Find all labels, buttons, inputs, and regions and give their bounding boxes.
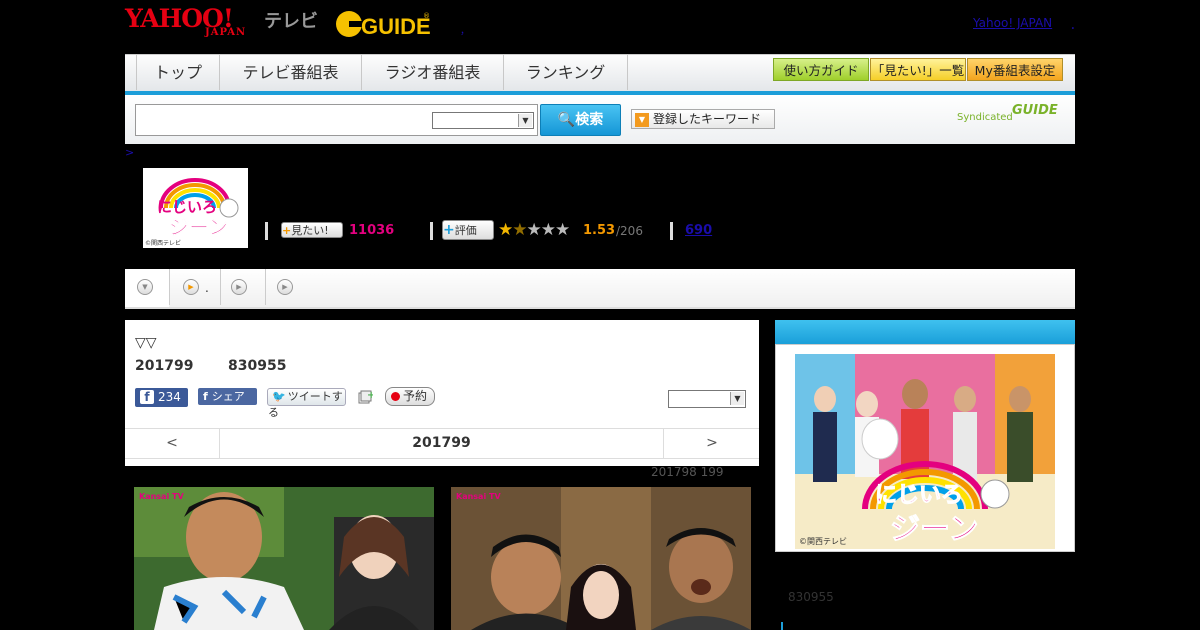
plus-icon: + — [443, 222, 455, 238]
program-tabbar: ▼ ▶ . ▶ ▶ — [125, 269, 1075, 309]
registered-keyword-label: 登録したキーワード — [653, 112, 762, 126]
program-logo-credit: ©関西テレビ — [145, 239, 181, 247]
chevron-down-icon: ▼ — [730, 392, 744, 405]
episode-select[interactable]: ▼ — [668, 390, 746, 408]
star-empty-icon: ★ — [540, 220, 556, 240]
chevron-down-icon: ▼ — [518, 114, 532, 127]
share-label: シェア — [211, 390, 245, 403]
twitter-bird-icon: 🐦 — [272, 390, 286, 403]
nav-tab-ranking[interactable]: ランキング — [504, 55, 628, 90]
search-button-label: 検索 — [575, 112, 604, 128]
mitai-count: 11036 — [349, 223, 395, 238]
meta-divider — [670, 222, 673, 240]
registered-keyword-button[interactable]: ▼ 登録したキーワード — [631, 109, 775, 129]
tweet-button[interactable]: 🐦 ツイートする — [267, 388, 346, 419]
usage-guide-button[interactable]: 使い方ガイド — [773, 58, 869, 81]
header-small-link[interactable]: ， — [460, 22, 470, 37]
nav-spacer — [125, 55, 137, 90]
play-icon: ▶ — [231, 279, 247, 295]
yahoo-japan-link-suffix: ． — [1070, 18, 1083, 32]
tab-overview[interactable]: ▼ — [125, 269, 169, 307]
episode-photo-2[interactable]: Kansai TV — [451, 487, 751, 630]
svg-text:+: + — [367, 390, 373, 401]
episode-date: 201799 — [135, 358, 194, 374]
facebook-like-count: 234 — [158, 390, 181, 404]
record-reservation-button[interactable]: 予約 — [385, 387, 435, 406]
rating-count: /206 — [616, 224, 643, 238]
dropdown-arrow-icon: ▼ — [635, 112, 649, 127]
meta-divider — [265, 222, 268, 240]
facebook-icon: f — [140, 390, 154, 404]
search-button[interactable]: 🔍検索 — [540, 104, 621, 136]
tab-video-3[interactable]: ▶ — [266, 269, 310, 305]
right-panel-header — [775, 320, 1075, 344]
add-favorite-icon[interactable]: + — [357, 389, 375, 405]
svg-text:®: ® — [423, 12, 430, 20]
gguide-logo[interactable]: GUIDE ® — [335, 8, 430, 40]
svg-text:Kansai TV: Kansai TV — [139, 492, 184, 501]
pager-current: 201799 — [412, 435, 471, 451]
tab-video-1-label: . — [205, 281, 209, 295]
right-logo-text-bottom: ジーン — [890, 512, 979, 547]
star-full-icon: ★ — [498, 220, 513, 240]
program-logo: にじいろ ジーン ©関西テレビ — [143, 168, 248, 248]
gguide-logo-text: GUIDE — [361, 14, 430, 39]
search-area-select[interactable]: ▼ — [432, 112, 534, 129]
mitai-list-button[interactable]: 「見たい!」一覧 — [870, 58, 966, 81]
episode-count-line: 201798 199 — [651, 465, 724, 479]
program-logo-text-top: にじいろ — [157, 198, 217, 216]
rate-button[interactable]: +評価 — [442, 220, 494, 240]
review-count-link[interactable]: 690 — [685, 223, 712, 238]
play-icon: ▶ — [183, 279, 199, 295]
record-reservation-label: 予約 — [403, 389, 428, 403]
facebook-icon: f — [203, 390, 208, 403]
episode-time: 830955 — [228, 358, 287, 374]
plus-icon: + — [282, 224, 292, 237]
mitai-button[interactable]: +見たい! — [281, 222, 343, 238]
record-dot-icon — [391, 392, 400, 401]
facebook-share-button[interactable]: f シェア — [198, 388, 257, 405]
right-panel-accent — [781, 622, 783, 630]
rate-label: 評価 — [454, 224, 477, 237]
nav-tab-radio-listings[interactable]: ラジオ番組表 — [362, 55, 504, 90]
right-panel-date: 830955 — [788, 590, 834, 604]
yahoo-japan-link[interactable]: Yahoo! JAPAN — [973, 16, 1052, 30]
right-panel-image-box: にじいろ ジーン ©関西テレビ — [775, 344, 1075, 552]
play-icon: ▶ — [277, 279, 293, 295]
episode-pager: < 201799 > — [125, 428, 759, 459]
svg-text:Kansai TV: Kansai TV — [456, 492, 501, 501]
pager-next-button[interactable]: > — [663, 429, 760, 458]
right-logo-text-top: にじいろ — [875, 483, 963, 508]
episode-photo-1[interactable]: Kansai TV — [134, 487, 434, 630]
rating-stars: ★★★★★ — [498, 220, 570, 240]
star-empty-icon: ★ — [526, 220, 542, 240]
facebook-like-button[interactable]: f 234 — [135, 388, 188, 407]
my-listings-settings-button[interactable]: My番組表設定 — [967, 58, 1063, 81]
tab-video-1[interactable]: ▶ . — [170, 269, 220, 305]
star-half-icon: ★ — [512, 220, 527, 240]
program-logo-text-bottom: ジーン — [169, 215, 228, 239]
tv-label[interactable]: テレビ — [264, 7, 318, 33]
breadcrumb[interactable]: > — [125, 146, 134, 159]
episode-marker: ▽▽ — [135, 335, 157, 351]
meta-divider — [430, 222, 433, 240]
right-image-credit: ©関西テレビ — [799, 537, 847, 546]
chevron-down-icon: ▼ — [137, 279, 153, 295]
tab-video-2[interactable]: ▶ — [221, 269, 265, 305]
syndicated-label: Syndicated — [957, 112, 1013, 123]
rating-value: 1.53 — [583, 223, 616, 238]
nav-tab-tv-listings[interactable]: テレビ番組表 — [220, 55, 362, 90]
global-nav: トップ テレビ番組表 ラジオ番組表 ランキング 使い方ガイド 「見たい!」一覧 … — [125, 54, 1075, 92]
search-icon: 🔍 — [557, 112, 576, 128]
pager-prev-button[interactable]: < — [125, 429, 220, 458]
mitai-label: 見たい! — [291, 224, 329, 237]
yahoo-japan-logo-text: JAPAN — [205, 27, 247, 38]
star-empty-icon: ★ — [555, 220, 570, 240]
nav-tab-top[interactable]: トップ — [137, 55, 220, 90]
syndicated-gguide-logo: GUIDE — [1012, 103, 1058, 118]
